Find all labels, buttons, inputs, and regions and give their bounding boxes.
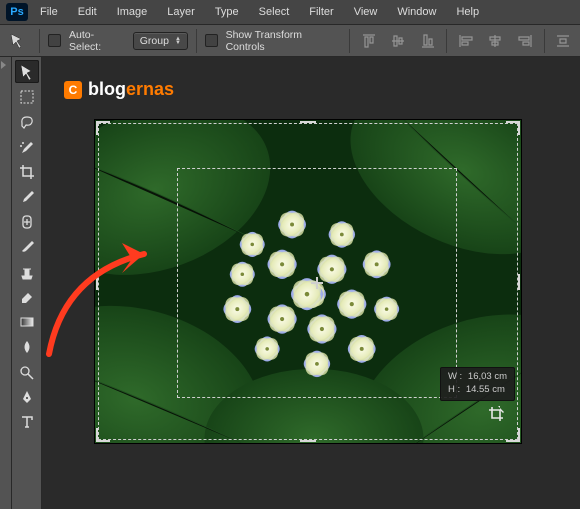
divider — [349, 29, 350, 53]
measurement-tooltip: W : 16,03 cm H : 14.55 cm — [440, 367, 515, 401]
menu-select[interactable]: Select — [251, 4, 298, 20]
move-tool[interactable] — [15, 60, 39, 83]
crop-handle-b[interactable] — [300, 440, 316, 442]
align-hcenter-icon[interactable] — [485, 30, 506, 52]
align-left-icon[interactable] — [455, 30, 476, 52]
center-marker-icon — [311, 277, 323, 289]
type-tool[interactable] — [15, 410, 39, 433]
auto-select-dropdown[interactable]: Group ▲▼ — [133, 32, 188, 50]
divider — [446, 29, 447, 53]
ps-logo: Ps — [6, 3, 28, 21]
measure-h-value: 14.55 cm — [466, 384, 505, 395]
lasso-tool[interactable] — [15, 110, 39, 133]
align-top-icon[interactable] — [358, 30, 379, 52]
show-transform-checkbox[interactable] — [205, 34, 218, 47]
quick-select-tool[interactable] — [15, 135, 39, 158]
menu-window[interactable]: Window — [389, 4, 444, 20]
menu-layer[interactable]: Layer — [159, 4, 203, 20]
divider — [196, 29, 197, 53]
menu-bar: Ps File Edit Image Layer Type Select Fil… — [0, 0, 580, 24]
menu-filter[interactable]: Filter — [301, 4, 341, 20]
document[interactable]: W : 16,03 cm H : 14.55 cm — [94, 119, 522, 444]
current-tool-icon — [6, 30, 31, 52]
divider — [544, 29, 545, 53]
workspace: C blogernas — [0, 57, 580, 509]
auto-select-checkbox[interactable] — [48, 34, 61, 47]
dropdown-arrows-icon: ▲▼ — [175, 37, 181, 45]
watermark-text: blogernas — [88, 79, 174, 100]
gradient-tool[interactable] — [15, 310, 39, 333]
show-transform-label: Show Transform Controls — [226, 29, 341, 53]
menu-file[interactable]: File — [32, 4, 66, 20]
distribute-icon[interactable] — [553, 30, 574, 52]
toolbox — [12, 57, 42, 509]
crop-handle-r[interactable] — [518, 274, 520, 290]
divider — [39, 29, 40, 53]
menu-image[interactable]: Image — [109, 4, 156, 20]
watermark: C blogernas — [64, 79, 174, 100]
menu-view[interactable]: View — [346, 4, 386, 20]
measure-w-value: 16,03 cm — [468, 371, 507, 382]
menu-help[interactable]: Help — [448, 4, 487, 20]
options-bar: Auto-Select: Group ▲▼ Show Transform Con… — [0, 24, 580, 57]
measure-w-label: W : — [448, 371, 462, 382]
watermark-badge-icon: C — [64, 81, 82, 99]
tool-collapse-strip[interactable] — [0, 57, 12, 509]
measure-h-label: H : — [448, 384, 460, 395]
eraser-tool[interactable] — [15, 285, 39, 308]
eyedropper-tool[interactable] — [15, 185, 39, 208]
watermark-part2: ernas — [126, 79, 174, 99]
expand-icon — [1, 59, 11, 69]
healing-tool[interactable] — [15, 210, 39, 233]
crop-tool[interactable] — [15, 160, 39, 183]
align-bottom-icon[interactable] — [417, 30, 438, 52]
blur-tool[interactable] — [15, 335, 39, 358]
menu-edit[interactable]: Edit — [70, 4, 105, 20]
pen-tool[interactable] — [15, 385, 39, 408]
crop-cursor-icon — [487, 405, 505, 423]
watermark-part1: blog — [88, 79, 126, 99]
auto-select-label: Auto-Select: — [69, 29, 125, 53]
dodge-tool[interactable] — [15, 360, 39, 383]
canvas-area[interactable]: C blogernas — [42, 57, 580, 509]
align-vcenter-icon[interactable] — [387, 30, 408, 52]
clone-stamp-tool[interactable] — [15, 260, 39, 283]
dropdown-value: Group — [140, 35, 169, 47]
brush-tool[interactable] — [15, 235, 39, 258]
align-right-icon[interactable] — [514, 30, 535, 52]
menu-type[interactable]: Type — [207, 4, 247, 20]
marquee-tool[interactable] — [15, 85, 39, 108]
